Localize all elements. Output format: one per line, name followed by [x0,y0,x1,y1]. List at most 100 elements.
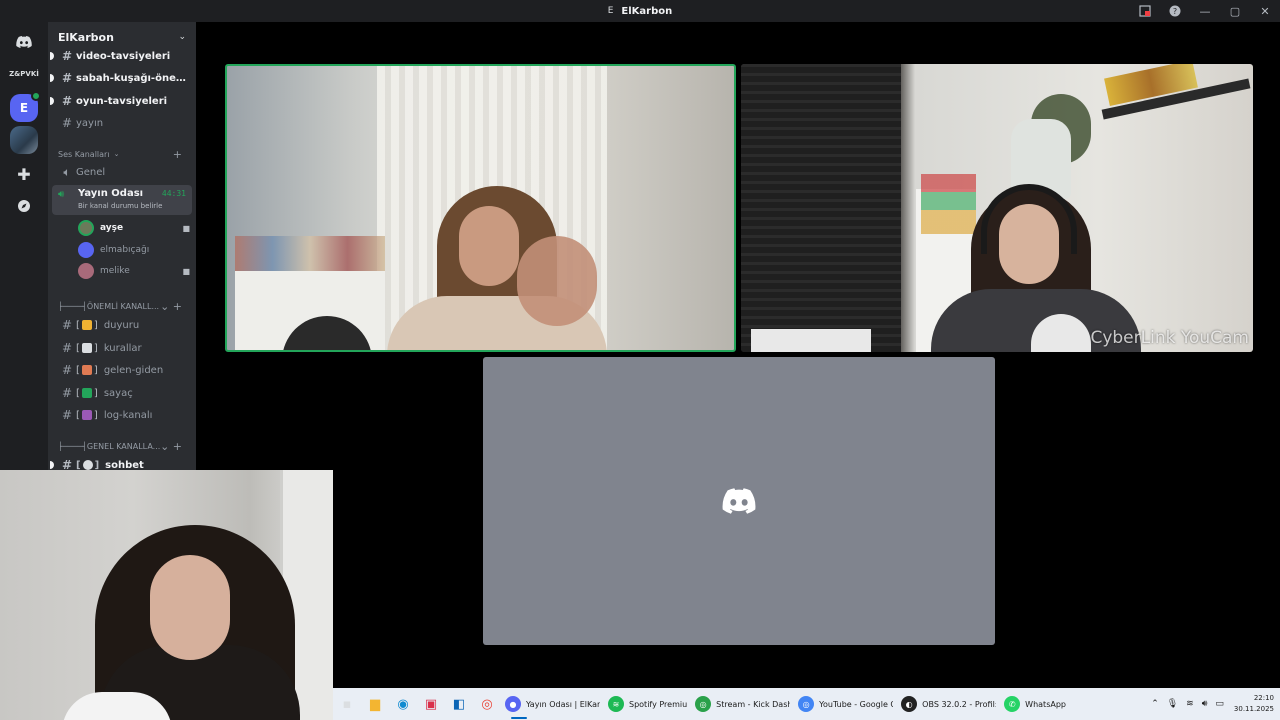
taskbar-app-youtube[interactable]: ◎ YouTube - Google Cl [794,688,897,720]
minimize-button[interactable]: — [1190,0,1220,22]
window-title: ElKarbon [621,5,673,17]
microphone-icon[interactable]: 🎙︎ [1167,699,1178,709]
app-label: WhatsApp [1025,699,1066,709]
hash-icon: # [61,318,73,332]
category-important[interactable]: ├────┤ÖNEMLİ KANALL... ⌄ + [58,298,192,314]
category-voice[interactable]: Ses Kanalları ⌄ + [58,146,192,162]
app-label: Yayın Odası | ElKarbc [526,699,600,709]
active-indicator [511,717,527,719]
chevron-down-icon: ⌄ [178,32,186,42]
chevron-up-icon[interactable]: ⌃ [1151,699,1159,709]
add-channel-icon[interactable]: ⌄ + [160,440,182,453]
title-bar: E ElKarbon ? — ▢ ✕ [0,0,1280,22]
channel-log-kanali[interactable]: # [] log-kanalı [52,405,192,425]
channel-sabah-kusagi[interactable]: # sabah-kuşağı-öneril... [50,68,192,88]
chevron-down-icon: ⌄ [113,150,120,158]
voice-user-ayse[interactable]: ayşe ■ [78,218,190,238]
discord-logo-icon [722,488,756,514]
channel-emoji: [] [76,342,98,354]
camera-icon: ■ [182,223,190,233]
category-general[interactable]: ├────┤GENEL KANALLA... ⌄ + [58,438,192,454]
background-radiator [751,329,871,352]
video-tile-no-camera[interactable] [483,357,995,645]
category-label: ├────┤GENEL KANALLA... [58,441,161,451]
taskbar-app-spotify[interactable]: ≋ Spotify Premiu [604,688,691,720]
outlook-icon[interactable]: ◧ [445,688,473,720]
avatar [78,242,94,258]
add-server-icon[interactable]: ✚ [8,158,40,190]
voice-channel-genel[interactable]: 🔈︎ Genel [52,162,192,182]
battery-icon[interactable]: ▭ [1215,699,1224,709]
background-shelf [235,236,385,272]
channel-emoji: [] [76,364,98,376]
background-jars [921,174,976,234]
channel-yayin[interactable]: # yayın [52,113,192,133]
channel-label: gelen-giden [103,364,164,376]
channel-emoji: [] [76,459,100,470]
task-view-icon[interactable]: ▪ [333,688,361,720]
channel-sidebar: ElKarbon ⌄ # video-tavsiyeleri # sabah-k… [48,22,196,470]
channel-oyun-tavsiyeleri[interactable]: # oyun-tavsiyeleri [50,91,192,111]
voice-user-melike[interactable]: melike ■ [78,261,190,281]
channel-duyuru[interactable]: # [] duyuru [52,315,192,335]
hash-icon: # [61,408,73,422]
app-label: YouTube - Google Cl [819,699,894,709]
explore-icon[interactable] [8,190,40,222]
app-letter: E [607,6,614,16]
windows-taskbar: ▪ ▆ ◉ ▣ ◧ ◎ ● Yayın Odası | ElKarbc ≋ Sp… [333,688,1280,720]
video-tile-speaking[interactable] [225,64,736,352]
system-tray: ⌃ 🎙︎ ≋ 🔊︎ ▭ 22:10 30.11.2025 [1147,688,1274,720]
add-channel-icon[interactable]: + [173,148,182,161]
taskbar-app-kick[interactable]: ◎ Stream - Kick Dashb [691,688,794,720]
server-abbrev[interactable]: Z&PVKİ [4,70,44,78]
server-avatar[interactable] [10,126,38,154]
volume-icon[interactable]: 🔊︎ [1202,699,1208,709]
background-window [741,64,901,352]
close-button[interactable]: ✕ [1250,0,1280,22]
add-channel-icon[interactable]: ⌄ + [160,300,182,313]
video-tile[interactable]: CyberLink YouCam [741,64,1253,352]
unread-indicator [50,97,54,105]
hash-icon: # [61,341,73,355]
channel-sayac[interactable]: # [] sayaç [52,383,192,403]
taskbar-app-obs[interactable]: ◐ OBS 32.0.2 - Profil: I [897,688,1000,720]
avatar [78,263,94,279]
chrome-icon[interactable]: ◎ [473,688,501,720]
taskbar-app-whatsapp[interactable]: ✆ WhatsApp [1000,688,1070,720]
discord-window: E ElKarbon ? — ▢ ✕ Z&PVKİ E ✚ ElKarbon ⌄… [0,0,1280,720]
channel-label: sayaç [103,387,133,399]
window-controls: ? — ▢ ✕ [1130,0,1280,22]
channel-status-prompt[interactable]: Bir kanal durumu belirle [78,202,162,210]
help-icon[interactable]: ? [1160,0,1190,22]
channel-label: duyuru [103,319,140,331]
chrome-icon: ◎ [695,696,712,712]
channel-video-tavsiyeleri[interactable]: # video-tavsiyeleri [50,46,192,66]
store-icon[interactable]: ▣ [417,688,445,720]
channel-gelen-giden[interactable]: # [] gelen-giden [52,360,192,380]
whatsapp-icon: ✆ [1004,696,1021,712]
app-label: Spotify Premiu [629,699,688,709]
streamer-webcam-overlay [0,470,333,720]
channel-emoji: [] [76,409,98,421]
clock[interactable]: 22:10 30.11.2025 [1234,693,1274,715]
live-badge [31,91,41,101]
wifi-icon[interactable]: ≋ [1186,699,1194,709]
clock-time: 22:10 [1253,694,1274,702]
voice-user-elmabicagi[interactable]: elmabıçağı [78,240,190,260]
hash-icon: # [61,458,73,470]
user-name: ayşe [100,223,124,233]
discord-home-icon[interactable] [8,26,40,58]
hash-icon: # [61,94,73,108]
taskbar-app-discord[interactable]: ● Yayın Odası | ElKarbc [501,688,604,720]
discord-icon: ● [505,696,521,712]
voice-channel-active[interactable]: 🔊︎ Yayın Odası 44:31 Bir kanal durumu be… [52,185,192,215]
edge-icon[interactable]: ◉ [389,688,417,720]
server-elkarbon[interactable]: E [10,91,41,122]
channel-sohbet[interactable]: # [] sohbet [50,455,192,470]
channel-label: oyun-tavsiyeleri [76,95,168,107]
channel-label: Genel [76,166,106,178]
channel-kurallar[interactable]: # [] kurallar [52,338,192,358]
inbox-icon[interactable] [1130,0,1160,22]
file-explorer-icon[interactable]: ▆ [361,688,389,720]
maximize-button[interactable]: ▢ [1220,0,1250,22]
